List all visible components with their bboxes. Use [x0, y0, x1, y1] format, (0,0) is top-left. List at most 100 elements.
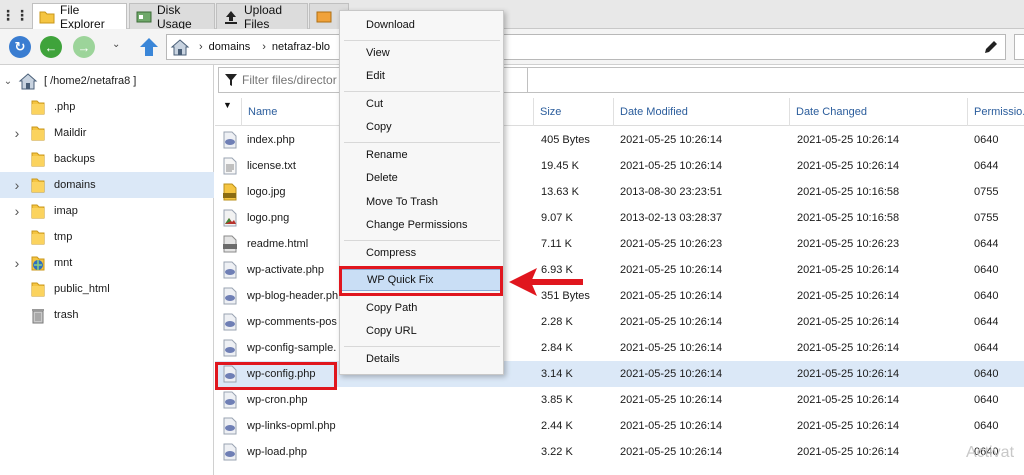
menu-item-change-permissions[interactable]: Change Permissions: [340, 214, 501, 236]
menu-item-cut[interactable]: Cut: [340, 93, 501, 115]
tree-item-trash[interactable]: trash: [0, 302, 214, 328]
tree-item-backups[interactable]: backups: [0, 146, 214, 172]
home-icon[interactable]: [167, 35, 193, 59]
table-row[interactable]: wp-load.php 3.22 K 2021-05-25 10:26:14 2021…: [215, 439, 1024, 465]
tree-root[interactable]: ⌄ [ /home2/netafra8 ]: [0, 68, 214, 94]
menu-item-copy-url[interactable]: Copy URL: [340, 320, 501, 342]
menu-item-download[interactable]: Download: [340, 14, 501, 36]
column-date-changed[interactable]: Date Changed: [789, 98, 967, 126]
cell-date-modified: 2021-05-25 10:26:23: [620, 238, 723, 250]
tree-item-tmp[interactable]: tmp: [0, 224, 214, 250]
expand-icon[interactable]: ›: [12, 125, 22, 141]
address-bar[interactable]: › domains › netafraz-blo: [166, 34, 1006, 60]
table-row[interactable]: wp-comments-pos 2.28 K 2021-05-25 10:26:14…: [215, 309, 1024, 335]
column-date-modified[interactable]: Date Modified: [613, 98, 789, 126]
cell-permissions: 0640: [974, 290, 999, 302]
table-row[interactable]: logo.png 9.07 K 2013-02-13 03:28:37 2021-05…: [215, 205, 1024, 231]
tree-item-maildir[interactable]: › Maildir: [0, 120, 214, 146]
menu-item-edit[interactable]: Edit: [340, 65, 501, 87]
cell-name: wp-load.php: [247, 446, 307, 458]
text-file-icon: [222, 157, 238, 175]
menu-separator: [344, 239, 500, 241]
table-row[interactable]: wp-links-opml.php 2.44 K 2021-05-25 10:26:…: [215, 413, 1024, 439]
forward-icon[interactable]: →: [73, 36, 95, 58]
tab-file-explorer[interactable]: File Explorer: [32, 3, 127, 31]
table-row[interactable]: index.php 405 Bytes 2021-05-25 10:26:14 202…: [215, 127, 1024, 153]
table-row[interactable]: wp-cron.php 3.85 K 2021-05-25 10:26:14 2021…: [215, 387, 1024, 413]
up-arrow-icon[interactable]: [138, 36, 160, 58]
table-row[interactable]: wp-blog-header.ph 351 Bytes 2021-05-25 10:…: [215, 283, 1024, 309]
column-size[interactable]: Size: [533, 98, 613, 126]
php-file-icon: [222, 131, 238, 149]
menu-separator: [344, 141, 500, 143]
toolbar-right-field: [1014, 34, 1024, 60]
cell-permissions: 0644: [974, 316, 999, 328]
tab-disk-usage[interactable]: Disk Usage: [129, 3, 215, 31]
menu-item-delete[interactable]: Delete: [340, 167, 501, 189]
cell-date-changed: 2021-05-25 10:26:23: [797, 238, 900, 250]
expand-icon[interactable]: ›: [12, 255, 22, 271]
cell-size: 2.44 K: [541, 420, 573, 432]
table-row[interactable]: wp-activate.php 6.93 K 2021-05-25 10:26:14…: [215, 257, 1024, 283]
menu-item-copy[interactable]: Copy: [340, 116, 501, 138]
tree-item-public-html[interactable]: public_html: [0, 276, 214, 302]
cell-name: readme.html: [247, 238, 309, 250]
menu-item-rename[interactable]: Rename: [340, 144, 501, 166]
tree-item-imap[interactable]: › imap: [0, 198, 214, 224]
filter-bar-extension: [528, 67, 1024, 93]
cell-name: index.php: [247, 134, 295, 146]
sort-indicator-icon[interactable]: ▼: [223, 100, 232, 110]
php-file-icon: [222, 391, 238, 409]
cell-name: wp-blog-header.ph: [247, 290, 339, 302]
collapse-icon[interactable]: ⌄: [3, 76, 13, 87]
tree-item-php[interactable]: .php: [0, 94, 214, 120]
breadcrumb-separator: ›: [262, 41, 266, 53]
cell-date-modified: 2021-05-25 10:26:14: [620, 160, 723, 172]
cell-size: 3.14 K: [541, 368, 573, 380]
expand-icon[interactable]: ›: [12, 177, 22, 193]
breadcrumb-domains[interactable]: domains: [209, 41, 251, 53]
annotation-highlight-menu-item: [339, 266, 503, 296]
cell-name: logo.png: [247, 212, 290, 224]
expand-icon[interactable]: ›: [12, 203, 22, 219]
menu-item-move-to-trash[interactable]: Move To Trash: [340, 191, 501, 213]
cell-permissions: 0755: [974, 186, 999, 198]
cell-permissions: 0755: [974, 212, 999, 224]
folder-icon: [30, 124, 46, 142]
history-dropdown-icon[interactable]: ⌄: [112, 39, 120, 50]
tab-menu-icon[interactable]: ⋮⋮: [1, 4, 29, 26]
menu-separator: [344, 345, 500, 347]
table-row[interactable]: readme.html 7.11 K 2021-05-25 10:26:23 2021…: [215, 231, 1024, 257]
refresh-icon[interactable]: ↻: [9, 36, 31, 58]
tree-item-domains[interactable]: › domains: [0, 172, 214, 198]
cell-size: 2.84 K: [541, 342, 573, 354]
toolbar: ↻ ← → ⌄ › domains › netafraz-blo: [0, 29, 1024, 65]
folder-icon: [39, 9, 55, 25]
folder-icon: [30, 150, 46, 168]
breadcrumb-site[interactable]: netafraz-blo: [272, 41, 330, 53]
cell-name: wp-comments-pos: [247, 316, 337, 328]
menu-item-view[interactable]: View: [340, 42, 501, 64]
cell-date-changed: 2021-05-25 10:26:14: [797, 420, 900, 432]
tree-item-label: tmp: [54, 231, 73, 243]
cell-date-modified: 2021-05-25 10:26:14: [620, 316, 723, 328]
disk-usage-icon: [136, 9, 152, 25]
tree-item-mnt[interactable]: › mnt: [0, 250, 214, 276]
cell-date-modified: 2021-05-25 10:26:14: [620, 134, 723, 146]
php-file-icon: [222, 261, 238, 279]
back-icon[interactable]: ←: [40, 36, 62, 58]
table-row[interactable]: logo.jpg 13.63 K 2013-08-30 23:23:51 2021-0…: [215, 179, 1024, 205]
cell-permissions: 0640: [974, 420, 999, 432]
menu-item-copy-path[interactable]: Copy Path: [340, 297, 501, 319]
menu-item-compress[interactable]: Compress: [340, 242, 501, 264]
cell-size: 19.45 K: [541, 160, 579, 172]
table-row[interactable]: wp-config-sample. 2.84 K 2021-05-25 10:26:…: [215, 335, 1024, 361]
column-permissions[interactable]: Permissio...: [967, 98, 1024, 126]
tab-bar: ⋮⋮ File Explorer Disk Usage Upload Files: [0, 0, 1024, 31]
menu-item-details[interactable]: Details: [340, 348, 501, 370]
globe-folder-icon: [30, 254, 46, 272]
edit-path-icon[interactable]: [983, 39, 999, 55]
table-row[interactable]: license.txt 19.45 K 2021-05-25 10:26:14 202…: [215, 153, 1024, 179]
tree-item-label: .php: [54, 101, 76, 113]
tab-upload-files[interactable]: Upload Files: [216, 3, 308, 31]
